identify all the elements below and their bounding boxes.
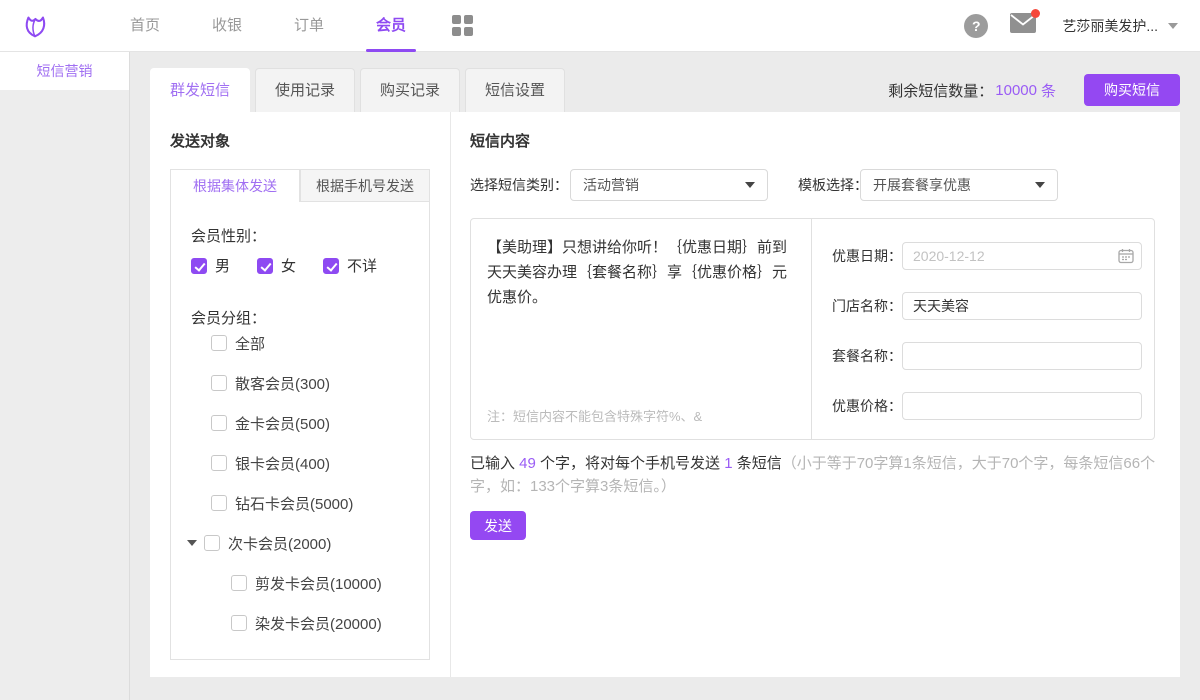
sms-content-title: 短信内容	[470, 130, 530, 151]
tab-sms-settings[interactable]: 短信设置	[465, 68, 565, 112]
gender-label: 会员性别：	[191, 225, 266, 246]
checkbox-unknown[interactable]	[323, 258, 339, 274]
template-label: 模板选择：	[798, 169, 868, 201]
expand-arrow-icon[interactable]	[187, 540, 197, 546]
field-discount-price: 优惠价格：	[812, 392, 1156, 420]
store-name-input[interactable]	[902, 292, 1142, 320]
notification-dot	[1031, 9, 1040, 18]
group-row-haircolor-card[interactable]: 染发卡会员(20000)	[171, 614, 431, 632]
field-store-name: 门店名称：	[812, 292, 1156, 320]
sms-preview-text: 【美助理】只想讲给你听！｛优惠日期｝前到天天美容办理｛套餐名称｝享｛优惠价格｝元…	[487, 235, 793, 310]
navbar-right: ? 艺莎丽美发护...	[964, 13, 1178, 38]
brand-logo-icon[interactable]	[18, 9, 52, 43]
sidebar: 短信营销	[0, 52, 130, 700]
balance-unit: 条	[1041, 80, 1056, 101]
sidebar-item-sms-marketing[interactable]: 短信营销	[0, 52, 129, 90]
checkbox-group-silver[interactable]	[211, 455, 227, 471]
balance-count: 10000	[995, 82, 1037, 99]
help-icon[interactable]: ?	[964, 14, 988, 38]
tab-purchase-records[interactable]: 购买记录	[360, 68, 460, 112]
nav-item-orders[interactable]: 订单	[268, 0, 350, 52]
account-name: 艺莎丽美发护...	[1062, 16, 1158, 36]
tab-send-by-phone[interactable]: 根据手机号发送	[300, 169, 430, 202]
apps-grid-icon[interactable]	[452, 15, 473, 36]
gender-option-male[interactable]: 男	[191, 255, 257, 276]
tab-bulk-sms[interactable]: 群发短信	[150, 68, 250, 112]
top-navbar: 首页 收银 订单 会员 ? 艺莎丽美发护...	[0, 0, 1200, 52]
discount-price-input[interactable]	[902, 392, 1142, 420]
field-package-name: 套餐名称：	[812, 342, 1156, 370]
section-divider	[450, 112, 451, 677]
send-button[interactable]: 发送	[470, 511, 526, 540]
account-caret-icon	[1168, 23, 1178, 29]
nav-item-members[interactable]: 会员	[350, 0, 432, 52]
checkbox-group-all[interactable]	[211, 335, 227, 351]
checkbox-group-diamond[interactable]	[211, 495, 227, 511]
sms-preview-panel: 【美助理】只想讲给你听！｛优惠日期｝前到天天美容办理｛套餐名称｝享｛优惠价格｝元…	[470, 218, 1155, 440]
select-caret-icon	[745, 182, 755, 188]
group-label: 会员分组：	[191, 307, 266, 328]
buy-sms-button[interactable]: 购买短信	[1084, 74, 1180, 106]
nav-item-cashier[interactable]: 收银	[186, 0, 268, 52]
mail-icon[interactable]	[1010, 13, 1036, 38]
active-nav-underline	[366, 49, 416, 52]
tab-usage-records[interactable]: 使用记录	[255, 68, 355, 112]
select-caret-icon	[1035, 182, 1045, 188]
sms-category-label: 选择短信类别：	[470, 169, 568, 201]
sms-category-select[interactable]: 活动营销	[570, 169, 768, 201]
member-filter-box: 会员性别： 男 女 不详 会员分组： 全部	[170, 201, 430, 660]
nav-item-home[interactable]: 首页	[104, 0, 186, 52]
package-name-input[interactable]	[902, 342, 1142, 370]
main-card: 发送对象 根据集体发送 根据手机号发送 会员性别： 男 女 不详	[150, 112, 1180, 677]
app-root: 首页 收银 订单 会员 ? 艺莎丽美发护... 短信营销	[0, 0, 1200, 700]
group-row-all[interactable]: 全部	[171, 334, 431, 352]
checkbox-female[interactable]	[257, 258, 273, 274]
char-count: 49	[519, 455, 536, 472]
sms-preview-note: 注：短信内容不能包含特殊字符%、&	[487, 406, 702, 425]
checkbox-male[interactable]	[191, 258, 207, 274]
group-row-gold[interactable]: 金卡会员(500)	[171, 414, 431, 432]
account-menu[interactable]: 艺莎丽美发护...	[1062, 16, 1178, 36]
gender-option-female[interactable]: 女	[257, 255, 323, 276]
group-row-haircut-card[interactable]: 剪发卡会员(10000)	[171, 574, 431, 592]
gender-options: 男 女 不详	[191, 255, 389, 276]
send-target-tabs: 根据集体发送 根据手机号发送	[170, 169, 430, 202]
checkbox-group-haircut-card[interactable]	[231, 575, 247, 591]
group-row-walkin[interactable]: 散客会员(300)	[171, 374, 431, 392]
template-fields: 优惠日期： 门店名称：	[812, 219, 1156, 439]
sms-balance: 剩余短信数量： 10000 条 购买短信	[888, 68, 1180, 112]
tab-send-by-group[interactable]: 根据集体发送	[170, 169, 300, 202]
checkbox-group-walkin[interactable]	[211, 375, 227, 391]
template-select[interactable]: 开展套餐享优惠	[860, 169, 1058, 201]
group-row-diamond[interactable]: 钻石卡会员(5000)	[171, 494, 431, 512]
discount-date-input[interactable]	[902, 242, 1142, 270]
balance-label: 剩余短信数量：	[888, 80, 993, 101]
gender-option-unknown[interactable]: 不详	[323, 255, 389, 276]
message-count: 1	[724, 455, 732, 472]
field-discount-date: 优惠日期：	[812, 242, 1156, 270]
checkbox-group-punchcard[interactable]	[204, 535, 220, 551]
group-row-silver[interactable]: 银卡会员(400)	[171, 454, 431, 472]
main-nav: 首页 收银 订单 会员	[104, 0, 432, 52]
calendar-icon[interactable]	[1118, 248, 1134, 264]
checkbox-group-haircolor-card[interactable]	[231, 615, 247, 631]
group-row-punchcard[interactable]: 次卡会员(2000)	[171, 534, 431, 552]
char-count-line: 已输入 49 个字，将对每个手机号发送 1 条短信（小于等于70字算1条短信，大…	[470, 452, 1162, 498]
checkbox-group-gold[interactable]	[211, 415, 227, 431]
send-target-title: 发送对象	[170, 130, 230, 151]
page-tabs: 群发短信 使用记录 购买记录 短信设置	[150, 68, 565, 112]
